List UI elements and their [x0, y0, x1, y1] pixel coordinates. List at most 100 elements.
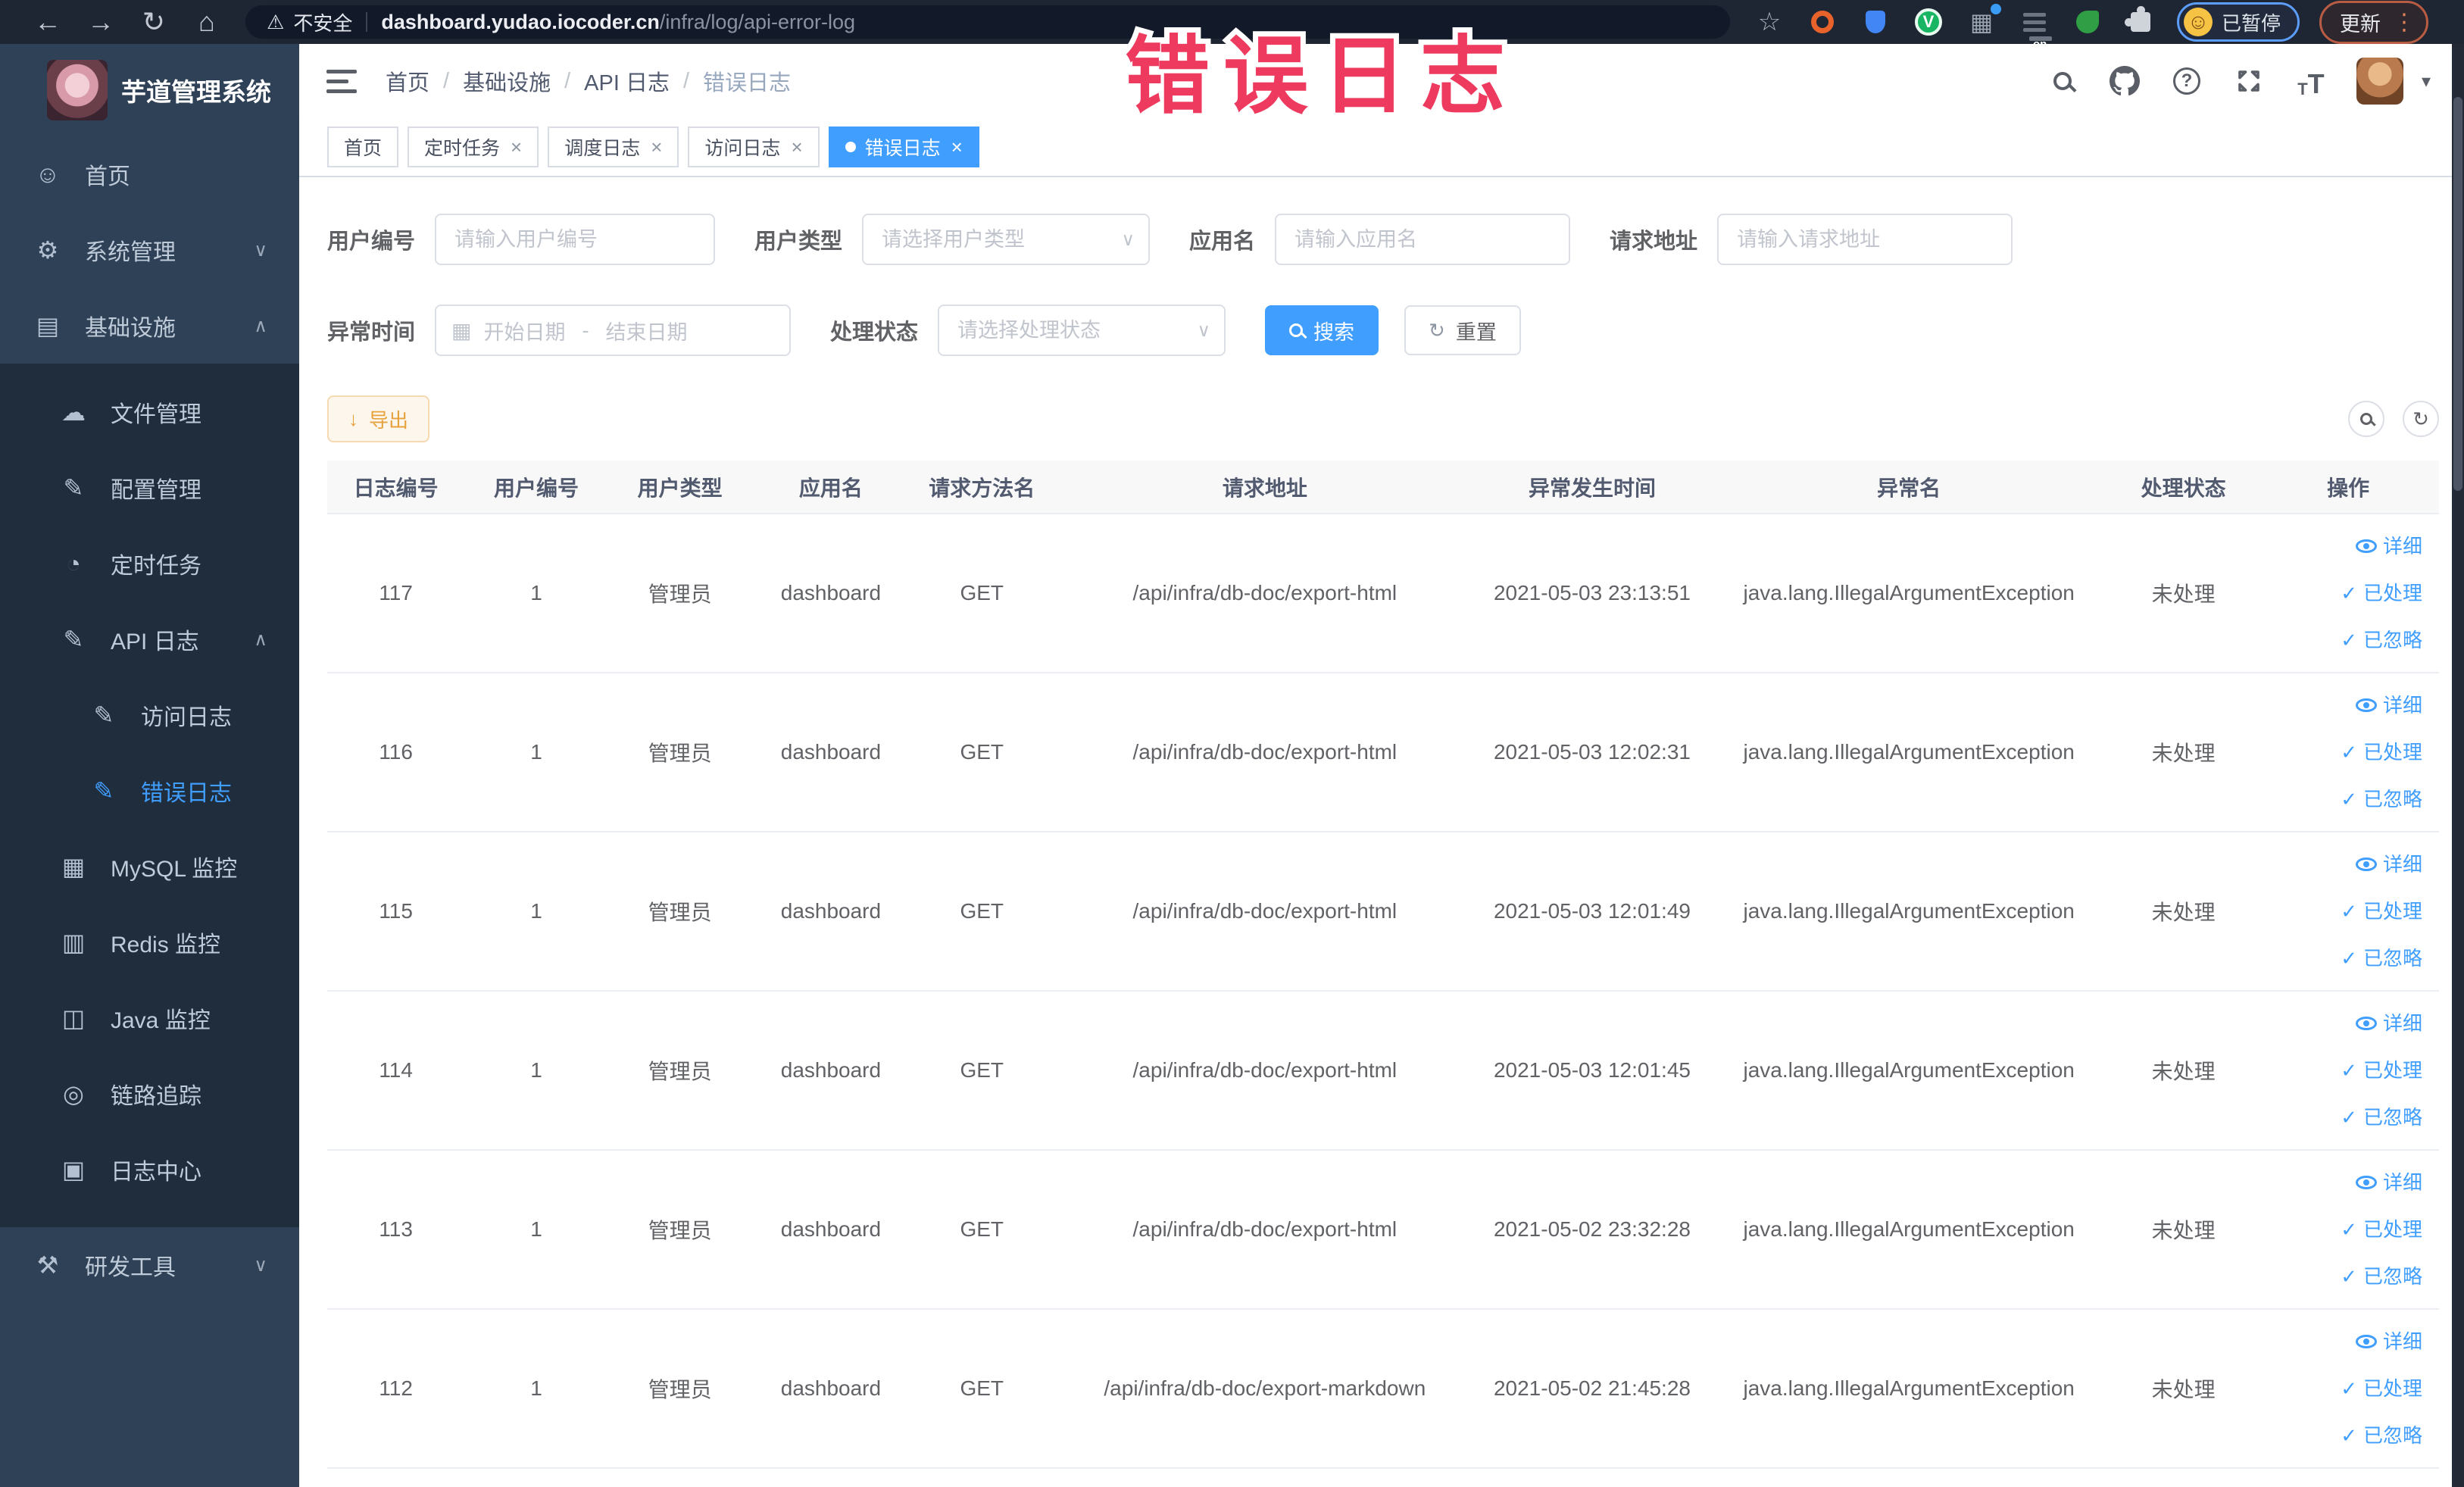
action-link-已忽略[interactable]: ✓ 已忽略: [2265, 617, 2422, 664]
action-label: 已处理: [2363, 1059, 2422, 1082]
sidebar-item-配置管理[interactable]: ✎ 配置管理: [0, 450, 299, 526]
cell-status: 未处理: [2110, 1309, 2258, 1469]
action-link-已处理[interactable]: ✓ 已处理: [2265, 1206, 2422, 1253]
sidebar-item-基础设施[interactable]: ▤ 基础设施 ∧: [0, 288, 299, 364]
scrollbar-thumb[interactable]: [2453, 97, 2462, 491]
sidebar-item-定时任务[interactable]: ◔ 定时任务: [0, 526, 299, 601]
breadcrumb-item[interactable]: 基础设施: [463, 65, 551, 97]
extension-switch-icon[interactable]: on: [2018, 5, 2052, 50]
gear-icon: ⚙: [36, 236, 59, 264]
应用名-input[interactable]: [1275, 214, 1571, 265]
sidebar-collapse-icon[interactable]: [326, 69, 357, 93]
sidebar-item-Java-监控[interactable]: ◫ Java 监控: [0, 980, 299, 1056]
action-link-已处理[interactable]: ✓ 已处理: [2265, 888, 2422, 935]
reset-button[interactable]: ↻ 重置: [1404, 305, 1521, 355]
sidebar-item-Redis-监控[interactable]: ▥ Redis 监控: [0, 904, 299, 980]
fullscreen-icon[interactable]: [2232, 64, 2266, 98]
tab-close-icon[interactable]: ×: [651, 136, 662, 159]
sidebar-item-首页[interactable]: ☺ 首页: [0, 136, 299, 212]
tag-view-tab-调度日志[interactable]: 调度日志 ×: [548, 127, 679, 167]
page-scrollbar[interactable]: [2452, 44, 2464, 1487]
page-content: 用户编号用户类型∨应用名请求地址 异常时间 ▦ 开始日期 - 结束日期 处理状态: [299, 177, 2464, 1487]
action-link-已处理[interactable]: ✓ 已处理: [2265, 1365, 2422, 1412]
cell-exception: java.lang.IllegalArgumentException: [1708, 514, 2110, 673]
用户类型-select-input[interactable]: [862, 214, 1151, 265]
browser-home-icon[interactable]: ⌂: [180, 6, 233, 38]
action-link-已忽略[interactable]: ✓ 已忽略: [2265, 1094, 2422, 1141]
avatar-caret-down-icon[interactable]: ▾: [2422, 70, 2431, 92]
extension-blue-shield-icon[interactable]: [1859, 5, 1892, 39]
breadcrumb-item[interactable]: API 日志: [584, 65, 670, 97]
sidebar-item-系统管理[interactable]: ⚙ 系统管理 ∨: [0, 212, 299, 288]
tab-close-icon[interactable]: ×: [951, 136, 963, 159]
filter-label: 异常时间: [327, 320, 416, 345]
extension-leaf-icon[interactable]: [2071, 5, 2104, 39]
browser-reload-icon[interactable]: ↻: [127, 6, 180, 38]
toggle-search-button[interactable]: [2348, 401, 2384, 437]
sidebar-item-MySQL-监控[interactable]: ▦ MySQL 监控: [0, 829, 299, 904]
browser-update-button[interactable]: 更新 ⋮: [2319, 0, 2429, 44]
column-header-应用名: 应用名: [751, 461, 910, 514]
action-link-已忽略[interactable]: ✓ 已忽略: [2265, 1412, 2422, 1459]
用户类型-select[interactable]: ∨: [862, 214, 1151, 265]
tab-close-icon[interactable]: ×: [791, 136, 802, 159]
tag-view-tab-访问日志[interactable]: 访问日志 ×: [688, 127, 820, 167]
tab-close-icon[interactable]: ×: [511, 136, 522, 159]
date-range-picker[interactable]: ▦ 开始日期 - 结束日期: [435, 305, 792, 356]
action-link-已处理[interactable]: ✓ 已处理: [2265, 1047, 2422, 1094]
font-size-icon[interactable]: TT: [2294, 64, 2328, 98]
sidebar-item-文件管理[interactable]: ☁ 文件管理: [0, 374, 299, 450]
sidebar-item-链路追踪[interactable]: ◎ 链路追踪: [0, 1056, 299, 1132]
extension-green-check-icon[interactable]: V: [1912, 5, 1945, 39]
sidebar-item-日志中心[interactable]: ▣ 日志中心: [0, 1132, 299, 1207]
extensions-puzzle-icon[interactable]: [2124, 5, 2157, 39]
action-link-详细[interactable]: 详细: [2265, 1159, 2422, 1206]
browser-back-icon[interactable]: ←: [21, 6, 74, 38]
breadcrumb-item[interactable]: 首页: [386, 65, 429, 97]
cell-user_id: 1: [464, 991, 608, 1151]
tag-view-tab-错误日志[interactable]: 错误日志 ×: [828, 127, 979, 167]
请求地址-input[interactable]: [1717, 214, 2013, 265]
browser-menu-icon[interactable]: ⋮: [2393, 9, 2416, 36]
search-icon[interactable]: [2046, 64, 2079, 98]
action-link-已忽略[interactable]: ✓ 已忽略: [2265, 776, 2422, 823]
action-link-已处理[interactable]: ✓ 已处理: [2265, 729, 2422, 776]
profile-paused-chip[interactable]: ☺ 已暂停: [2177, 2, 2300, 42]
browser-forward-icon[interactable]: →: [74, 6, 127, 38]
sidebar-item-label: 日志中心: [111, 1160, 201, 1185]
sidebar-item-错误日志[interactable]: ✎ 错误日志: [0, 753, 299, 829]
sidebar-item-label: MySQL 监控: [111, 857, 238, 882]
process-status-input[interactable]: [938, 305, 1226, 356]
app-logo-block[interactable]: 芋道管理系统: [0, 44, 299, 136]
action-link-详细[interactable]: 详细: [2265, 841, 2422, 888]
sidebar-submenu-section: ☁ 文件管理 ✎ 配置管理 ◔ 定时任务 ✎ API 日志 ∧ ✎ 访问日志 ✎ 错误日志 ▦ MySQL …: [0, 364, 299, 1227]
sidebar-item-API-日志[interactable]: ✎ API 日志 ∧: [0, 601, 299, 677]
用户编号-input[interactable]: [435, 214, 716, 265]
reset-refresh-icon: ↻: [1429, 318, 1445, 342]
extension-grid-icon[interactable]: ▦: [1965, 4, 2001, 39]
export-button[interactable]: ↓ 导出: [327, 395, 430, 442]
sidebar-item-研发工具[interactable]: ⚒ 研发工具 ∨: [0, 1227, 299, 1303]
sidebar-item-访问日志[interactable]: ✎ 访问日志: [0, 677, 299, 753]
action-link-详细[interactable]: 详细: [2265, 523, 2422, 570]
address-bar[interactable]: ⚠ 不安全 dashboard.yudao.iocoder.cn/infra/l…: [245, 5, 1730, 39]
refresh-table-button[interactable]: ↻: [2403, 401, 2439, 437]
bookmark-star-icon[interactable]: ☆: [1753, 5, 1786, 39]
toggle-search-icon: [2360, 413, 2372, 425]
search-button[interactable]: 搜索: [1265, 305, 1379, 355]
export-button-label: 导出: [369, 408, 409, 432]
tag-view-tab-首页[interactable]: 首页: [327, 127, 399, 167]
action-link-详细[interactable]: 详细: [2265, 682, 2422, 729]
action-link-详细[interactable]: 详细: [2265, 1318, 2422, 1365]
user-avatar[interactable]: [2356, 58, 2403, 105]
docs-help-icon[interactable]: ?: [2170, 64, 2203, 98]
check-icon: ✓: [2341, 629, 2357, 651]
action-link-已忽略[interactable]: ✓ 已忽略: [2265, 935, 2422, 982]
extension-orange-ring-icon[interactable]: [1806, 5, 1839, 39]
github-icon[interactable]: [2108, 64, 2141, 98]
action-link-已处理[interactable]: ✓ 已处理: [2265, 570, 2422, 617]
action-link-已忽略[interactable]: ✓ 已忽略: [2265, 1253, 2422, 1300]
action-link-详细[interactable]: 详细: [2265, 1000, 2422, 1047]
process-status-select[interactable]: ∨: [938, 305, 1226, 356]
tag-view-tab-定时任务[interactable]: 定时任务 ×: [408, 127, 539, 167]
